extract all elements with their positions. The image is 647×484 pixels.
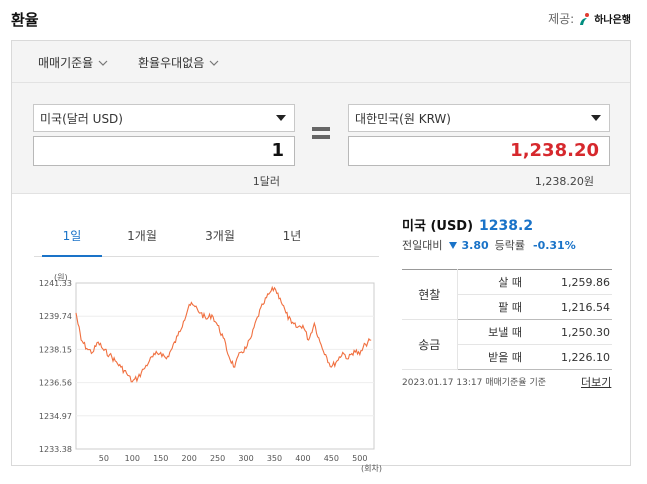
caret-down-icon (276, 115, 286, 121)
ratio-label: 등락률 (494, 239, 525, 252)
caret-down-icon (591, 115, 601, 121)
preferential-rate-label: 환율우대없음 (138, 56, 205, 70)
chevron-down-icon (98, 60, 108, 66)
rate-type-bar: 매매기준율 환율우대없음 (12, 41, 630, 83)
summary-title: 미국 (USD) 1238.2 (402, 215, 533, 234)
x-tick-label: 150 (153, 454, 168, 463)
table-row: 현찰 살 때 1,259.86 (402, 269, 612, 320)
x-tick-label: 100 (125, 454, 140, 463)
x-tick-label: 400 (295, 454, 310, 463)
x-tick-label: 350 (267, 454, 282, 463)
table-row: 송금 보낼 때 1,250.30 (402, 319, 612, 370)
y-tick-label: 1238.15 (39, 345, 72, 354)
provider-info: 제공: 하나은행 (548, 10, 631, 27)
x-tick-label: 200 (182, 454, 197, 463)
down-triangle-icon (449, 241, 458, 249)
period-tab-1d[interactable]: 1일 (42, 227, 102, 257)
rate-value: 1,259.86 (532, 269, 612, 295)
rate-kind: 살 때 (457, 269, 532, 295)
rate-line-chart: (원)1241.331239.741238.151236.561234.9712… (39, 273, 382, 473)
ratio-value: -0.31% (533, 238, 576, 252)
from-amount-caption: 1달러 (252, 175, 280, 188)
to-currency-label: 대한민국(원 KRW) (355, 111, 451, 126)
from-amount-input[interactable]: 1 (33, 136, 295, 166)
summary-country: 미국 (USD) (402, 219, 474, 234)
provider-name: 하나은행 (594, 15, 631, 26)
from-currency-select[interactable]: 미국(달러 USD) (33, 104, 295, 132)
y-tick-label: 1236.56 (39, 379, 72, 388)
period-tabs: 1일 1개월 3개월 1년 (34, 224, 379, 257)
from-currency-label: 미국(달러 USD) (40, 111, 123, 126)
x-tick-label: 300 (238, 454, 253, 463)
y-tick-label: 1234.97 (39, 412, 72, 421)
to-currency-select[interactable]: 대한민국(원 KRW) (348, 104, 610, 132)
chevron-down-icon (209, 60, 219, 66)
rates-table: 현찰 살 때 1,259.86 팔 때 1,216.54 송금 보낼 때 1,2… (402, 269, 612, 370)
rate-basis-time: 2023.01.17 13:17 매매기준율 기준 (402, 378, 547, 388)
period-tab-3m[interactable]: 3개월 (190, 227, 250, 257)
more-link[interactable]: 더보기 (581, 374, 611, 390)
rate-kind: 팔 때 (457, 294, 532, 320)
summary-change: 전일대비 3.80 등락률 -0.31% (402, 237, 576, 253)
to-amount-caption: 1,238.20원 (534, 175, 594, 188)
rate-kind: 보낼 때 (457, 319, 532, 345)
currency-converter: 미국(달러 USD) 1 대한민국(원 KRW) 1,238.20 1달러 1,… (12, 83, 630, 194)
rate-value: 1,250.30 (532, 319, 612, 345)
preferential-rate-dropdown[interactable]: 환율우대없음 (138, 54, 219, 71)
x-tick-label: 250 (210, 454, 225, 463)
compare-label: 전일대비 (402, 239, 443, 252)
change-value: 3.80 (461, 238, 489, 252)
rate-basis-label: 매매기준율 (38, 56, 94, 70)
provider-label: 제공: (548, 12, 575, 26)
rate-basis-dropdown[interactable]: 매매기준율 (38, 54, 108, 71)
x-tick-label: 50 (99, 454, 109, 463)
rate-chart: (원) 1241.33 1239.74 1238.15 1236.56 1234.97 12… (34, 269, 389, 484)
period-tab-1y[interactable]: 1년 (262, 227, 322, 257)
exchange-rate-card: 매매기준율 환율우대없음 미국(달러 USD) 1 대한민국(원 KRW) 1,… (11, 40, 631, 473)
rate-value: 1,216.54 (532, 294, 612, 320)
hana-bank-logo-icon (580, 12, 590, 25)
y-tick-label: 1241.33 (39, 279, 72, 288)
header-title: 환율 (11, 11, 39, 29)
period-tab-1m[interactable]: 1개월 (112, 227, 172, 257)
x-tick-label: 500 (352, 454, 367, 463)
x-tick-label: 450 (324, 454, 339, 463)
remit-group-label: 송금 (402, 319, 458, 370)
cash-group-label: 현찰 (402, 269, 458, 320)
rate-kind: 받을 때 (457, 344, 532, 370)
rate-value: 1,226.10 (532, 344, 612, 370)
y-tick-label: 1233.38 (39, 445, 72, 454)
y-tick-label: 1239.74 (39, 312, 72, 321)
x-axis-label: (회차) (361, 464, 382, 473)
hana-bank-logo: 하나은행 (578, 11, 631, 26)
equals-icon (312, 127, 330, 139)
summary-rate: 1238.2 (479, 218, 534, 234)
to-amount-output[interactable]: 1,238.20 (348, 136, 610, 166)
